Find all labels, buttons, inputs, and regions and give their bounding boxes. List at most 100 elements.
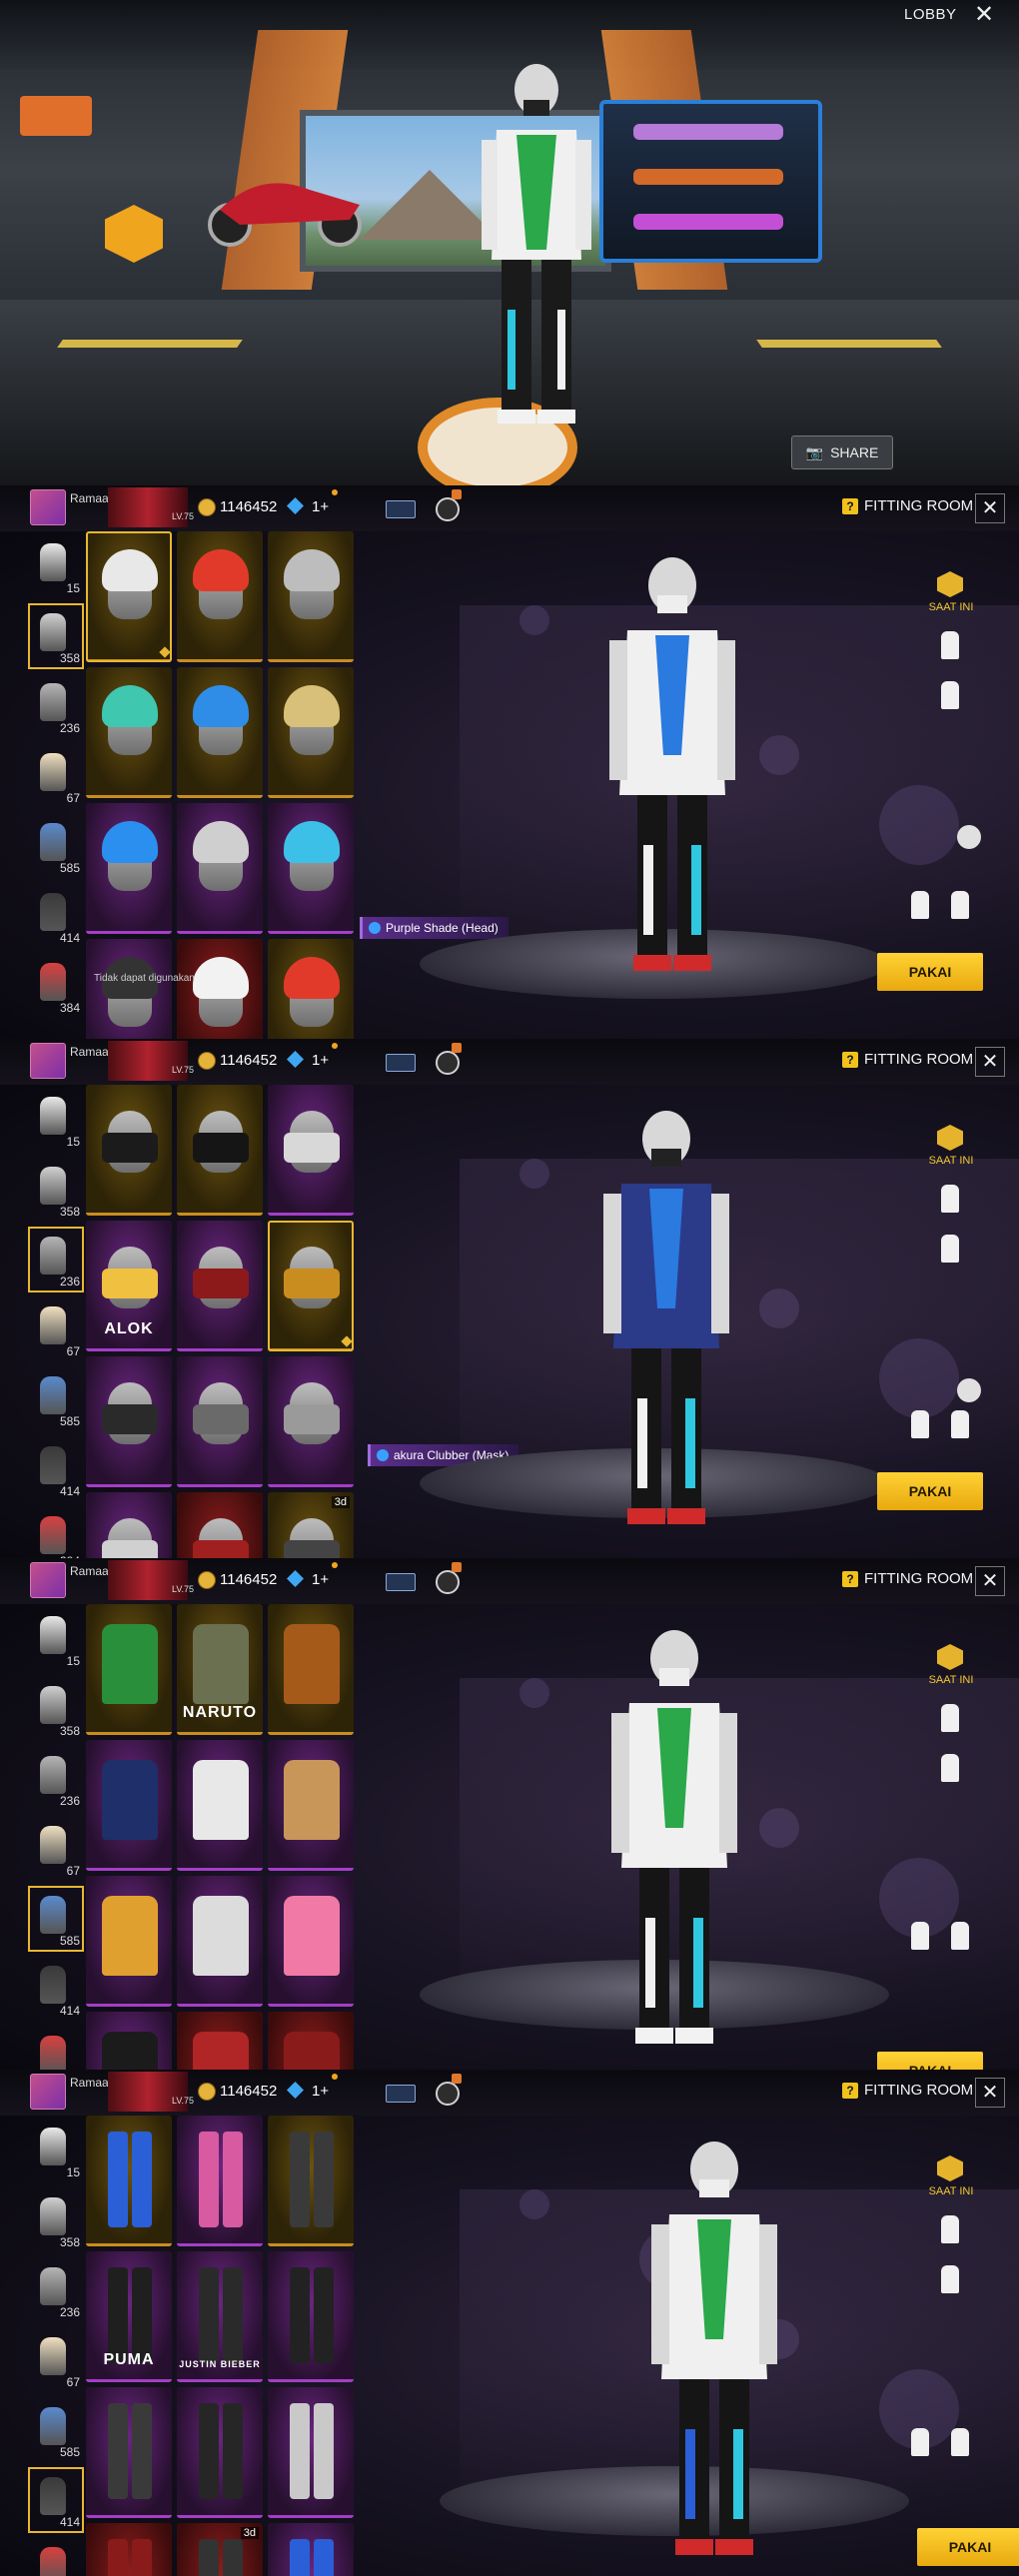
outfit-slot[interactable]	[941, 1754, 959, 1782]
lobby-character[interactable]	[462, 60, 611, 429]
avatar[interactable]	[30, 1562, 66, 1598]
category-tab[interactable]: 585	[26, 2395, 86, 2465]
outfit-item[interactable]	[177, 2012, 263, 2070]
ring-icon[interactable]	[436, 1051, 460, 1075]
outfit-item[interactable]	[268, 1740, 354, 1871]
diamond-amount[interactable]: 1+	[312, 1571, 329, 1588]
pakai-button[interactable]: PAKAI	[877, 1472, 983, 1510]
outfit-item[interactable]: 3d	[177, 2523, 263, 2576]
event-badge[interactable]	[20, 96, 92, 136]
help-icon[interactable]: ?	[842, 1052, 858, 1068]
outfit-item[interactable]	[268, 2387, 354, 2518]
current-outfit-icon[interactable]	[937, 2155, 963, 2181]
lobby-label[interactable]: LOBBY	[904, 6, 957, 23]
current-outfit-icon[interactable]	[937, 1125, 963, 1151]
mail-icon[interactable]	[386, 500, 416, 518]
outfit-item[interactable]: PUMA	[86, 2251, 172, 2382]
share-button[interactable]: 📷 SHARE	[791, 435, 893, 469]
ring-icon[interactable]	[436, 2082, 460, 2106]
outfit-item[interactable]	[268, 1876, 354, 2007]
outfit-item[interactable]	[268, 1604, 354, 1735]
mail-icon[interactable]	[386, 1054, 416, 1072]
outfit-item[interactable]	[177, 1876, 263, 2007]
player-banner[interactable]	[108, 487, 188, 527]
outfit-item[interactable]	[86, 1876, 172, 2007]
outfit-item[interactable]	[86, 1085, 172, 1216]
outfit-item[interactable]	[86, 1492, 172, 1558]
emote-icon[interactable]	[957, 1378, 981, 1402]
help-icon[interactable]: ?	[842, 2083, 858, 2099]
outfit-item[interactable]: NARUTO	[177, 1604, 263, 1735]
category-tab[interactable]: 585	[26, 1884, 86, 1954]
preset-slot[interactable]	[951, 891, 969, 919]
category-tab[interactable]: 384	[26, 2535, 86, 2576]
outfit-item[interactable]	[268, 531, 354, 662]
outfit-item[interactable]	[268, 2012, 354, 2070]
category-tab[interactable]: 585	[26, 1364, 86, 1434]
outfit-slot[interactable]	[941, 2215, 959, 2243]
weapon-showcase[interactable]	[599, 100, 822, 263]
outfit-item[interactable]	[86, 2116, 172, 2246]
outfit-item[interactable]	[86, 1740, 172, 1871]
rank-badge-icon[interactable]	[105, 205, 163, 263]
outfit-item[interactable]	[268, 2523, 354, 2576]
outfit-item[interactable]	[86, 803, 172, 934]
category-tab[interactable]: 384	[26, 951, 86, 1021]
outfit-item[interactable]	[268, 2251, 354, 2382]
outfit-item[interactable]	[86, 531, 172, 662]
preset-slot[interactable]	[951, 1410, 969, 1438]
outfit-item[interactable]	[86, 667, 172, 798]
category-tab[interactable]: 414	[26, 2465, 86, 2535]
player-banner[interactable]	[108, 1041, 188, 1081]
category-tab[interactable]: 67	[26, 741, 86, 811]
category-tab[interactable]: 15	[26, 531, 86, 601]
player-banner[interactable]	[108, 1560, 188, 1600]
avatar[interactable]	[30, 489, 66, 525]
emote-icon[interactable]	[957, 825, 981, 849]
outfit-item[interactable]	[86, 2012, 172, 2070]
outfit-slot[interactable]	[941, 1185, 959, 1213]
preset-slot[interactable]	[911, 891, 929, 919]
mail-icon[interactable]	[386, 2085, 416, 2103]
close-icon[interactable]: ✕	[975, 1566, 1005, 1596]
pakai-button[interactable]: PAKAI	[877, 953, 983, 991]
outfit-item[interactable]	[86, 2523, 172, 2576]
category-tab[interactable]: 414	[26, 881, 86, 951]
close-icon[interactable]: ✕	[975, 2078, 1005, 2108]
outfit-slot[interactable]	[941, 1235, 959, 1263]
pakai-button[interactable]: PAKAI	[917, 2528, 1019, 2566]
ring-icon[interactable]	[436, 1570, 460, 1594]
ring-icon[interactable]	[436, 497, 460, 521]
category-tab[interactable]: 384	[26, 1504, 86, 1558]
outfit-slot[interactable]	[941, 2265, 959, 2293]
motorbike-vehicle[interactable]	[200, 170, 370, 250]
mail-icon[interactable]	[386, 1573, 416, 1591]
outfit-item[interactable]	[177, 667, 263, 798]
outfit-item[interactable]: JUSTIN BIEBER	[177, 2251, 263, 2382]
close-icon[interactable]: ✕	[975, 493, 1005, 523]
character-preview[interactable]	[639, 2140, 789, 2569]
diamond-amount[interactable]: 1+	[312, 2083, 329, 2100]
outfit-item[interactable]	[177, 803, 263, 934]
category-tab[interactable]: 67	[26, 1294, 86, 1364]
category-tab[interactable]: 236	[26, 1225, 86, 1294]
category-tab[interactable]: 236	[26, 671, 86, 741]
outfit-item[interactable]	[177, 1740, 263, 1871]
outfit-item[interactable]	[86, 2387, 172, 2518]
outfit-item[interactable]	[177, 2387, 263, 2518]
current-outfit-icon[interactable]	[937, 1644, 963, 1670]
category-tab[interactable]: 15	[26, 2116, 86, 2185]
character-preview[interactable]	[599, 1628, 749, 2058]
preset-slot[interactable]	[911, 1410, 929, 1438]
pakai-button[interactable]: PAKAI	[877, 2052, 983, 2070]
character-preview[interactable]	[597, 555, 747, 985]
preset-slot[interactable]	[911, 2428, 929, 2456]
close-icon[interactable]: ✕	[975, 1047, 1005, 1077]
outfit-slot[interactable]	[941, 1704, 959, 1732]
outfit-item[interactable]	[177, 2116, 263, 2246]
category-tab[interactable]: 358	[26, 1155, 86, 1225]
character-preview[interactable]	[591, 1109, 741, 1538]
preset-slot[interactable]	[911, 1922, 929, 1950]
outfit-slot[interactable]	[941, 681, 959, 709]
preset-slot[interactable]	[951, 1922, 969, 1950]
